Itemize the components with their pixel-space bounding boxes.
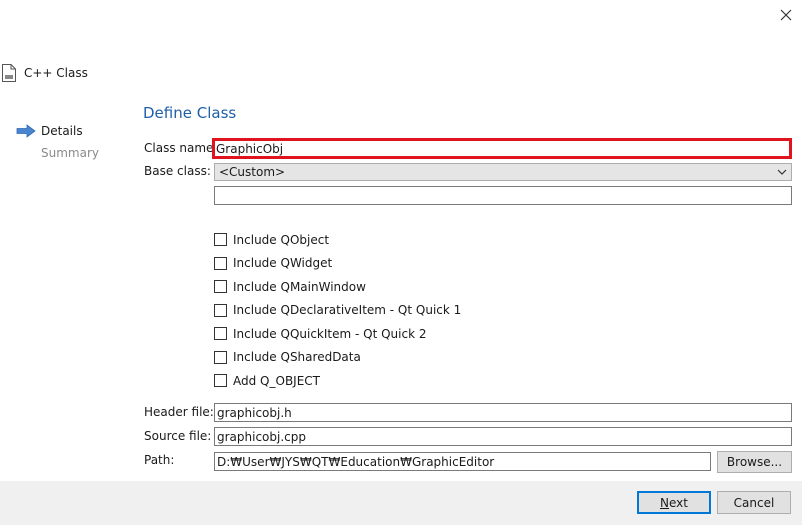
options-list: Include QObject Include QWidget Include … xyxy=(214,228,461,393)
next-label-rest: ext xyxy=(669,495,688,510)
include-qshareddata-checkbox[interactable]: Include QSharedData xyxy=(214,346,461,370)
wizard-header: C++ Class xyxy=(2,64,88,82)
header-file-input[interactable] xyxy=(214,403,792,422)
browse-button[interactable]: Browse... xyxy=(717,451,792,473)
header-file-label: Header file: xyxy=(144,405,214,419)
custom-base-class-input[interactable] xyxy=(214,186,792,205)
checkbox-label: Include QSharedData xyxy=(233,350,361,365)
wizard-steps: Details Summary xyxy=(16,120,99,164)
add-q-object-checkbox[interactable]: Add Q_OBJECT xyxy=(214,369,461,393)
checkbox-box[interactable] xyxy=(214,350,227,364)
file-icon xyxy=(2,64,16,82)
checkbox-label: Add Q_OBJECT xyxy=(233,373,320,388)
path-input[interactable] xyxy=(214,452,711,471)
base-class-value: <Custom> xyxy=(219,165,286,179)
step-label: Details xyxy=(41,124,83,138)
page-title: Define Class xyxy=(143,104,237,122)
arrow-right-icon xyxy=(16,124,36,138)
class-name-input[interactable] xyxy=(212,138,792,159)
include-qmainwindow-checkbox[interactable]: Include QMainWindow xyxy=(214,275,461,299)
source-file-label: Source file: xyxy=(144,429,212,443)
checkbox-box[interactable] xyxy=(214,233,227,247)
checkbox-label: Include QWidget xyxy=(233,256,333,271)
chevron-down-icon xyxy=(777,169,787,175)
include-qobject-checkbox[interactable]: Include QObject xyxy=(214,228,461,252)
path-label: Path: xyxy=(144,453,175,467)
checkbox-box[interactable] xyxy=(214,303,227,317)
checkbox-box[interactable] xyxy=(214,256,227,270)
next-mnemonic: N xyxy=(660,495,669,510)
next-button[interactable]: Next xyxy=(637,491,711,514)
close-icon xyxy=(780,9,792,21)
step-summary: Summary xyxy=(16,142,99,164)
checkbox-label: Include QObject xyxy=(233,232,330,247)
checkbox-label: Include QDeclarativeItem - Qt Quick 1 xyxy=(233,303,462,318)
source-file-input[interactable] xyxy=(214,427,792,446)
step-label: Summary xyxy=(41,146,99,160)
checkbox-box[interactable] xyxy=(214,374,227,388)
include-qquickitem-checkbox[interactable]: Include QQuickItem - Qt Quick 2 xyxy=(214,322,461,346)
base-class-label: Base class: xyxy=(144,164,211,178)
close-button[interactable] xyxy=(774,4,798,26)
checkbox-box[interactable] xyxy=(214,327,227,341)
base-class-select[interactable]: <Custom> xyxy=(214,163,792,181)
checkbox-label: Include QQuickItem - Qt Quick 2 xyxy=(233,326,427,341)
include-qwidget-checkbox[interactable]: Include QWidget xyxy=(214,252,461,276)
class-name-label: Class name: xyxy=(144,141,218,155)
cancel-button[interactable]: Cancel xyxy=(717,491,791,514)
checkbox-label: Include QMainWindow xyxy=(233,279,366,294)
step-details: Details xyxy=(16,120,99,142)
checkbox-box[interactable] xyxy=(214,280,227,294)
wizard-title: C++ Class xyxy=(24,66,88,80)
include-qdeclarativeitem-checkbox[interactable]: Include QDeclarativeItem - Qt Quick 1 xyxy=(214,299,461,323)
